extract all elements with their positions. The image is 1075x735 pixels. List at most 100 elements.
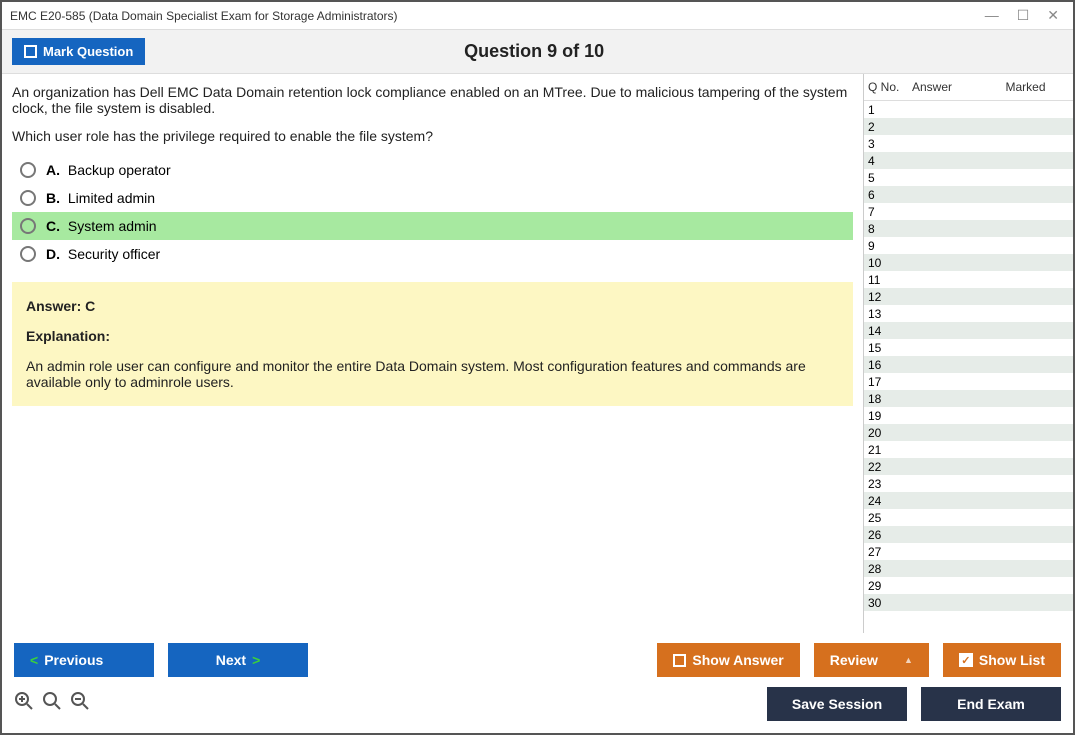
sidebar-row[interactable]: 13 [864, 305, 1073, 322]
previous-label: Previous [44, 652, 103, 668]
sidebar-row[interactable]: 3 [864, 135, 1073, 152]
option-row[interactable]: A. Backup operator [12, 156, 853, 184]
sidebar-qno: 1 [868, 103, 912, 117]
answer-box: Answer: C Explanation: An admin role use… [12, 282, 853, 406]
sidebar-qno: 4 [868, 154, 912, 168]
sidebar-row[interactable]: 12 [864, 288, 1073, 305]
sidebar-row[interactable]: 7 [864, 203, 1073, 220]
sidebar-row[interactable]: 5 [864, 169, 1073, 186]
sidebar-row[interactable]: 17 [864, 373, 1073, 390]
sidebar-row[interactable]: 23 [864, 475, 1073, 492]
explanation-label: Explanation: [26, 328, 839, 344]
radio-icon [20, 218, 36, 234]
sidebar-qno: 20 [868, 426, 912, 440]
show-answer-button[interactable]: Show Answer [657, 643, 799, 677]
sidebar-list[interactable]: 1234567891011121314151617181920212223242… [864, 101, 1073, 633]
sidebar-qno: 18 [868, 392, 912, 406]
checkbox-icon [24, 45, 37, 58]
sidebar-qno: 5 [868, 171, 912, 185]
end-exam-label: End Exam [957, 696, 1025, 712]
review-button[interactable]: Review ▲ [814, 643, 929, 677]
sidebar-qno: 26 [868, 528, 912, 542]
sidebar-row[interactable]: 24 [864, 492, 1073, 509]
options-list: A. Backup operatorB. Limited admin C. Sys… [12, 156, 853, 268]
sidebar-qno: 12 [868, 290, 912, 304]
window-title: EMC E20-585 (Data Domain Specialist Exam… [10, 9, 985, 23]
option-row[interactable]: B. Limited admin [12, 184, 853, 212]
body: An organization has Dell EMC Data Domain… [2, 74, 1073, 633]
sidebar-qno: 27 [868, 545, 912, 559]
zoom-reset-icon[interactable] [42, 691, 62, 717]
next-label: Next [216, 652, 246, 668]
triangle-up-icon: ▲ [904, 655, 913, 665]
sidebar-qno: 9 [868, 239, 912, 253]
mark-question-button[interactable]: Mark Question [12, 38, 145, 65]
radio-icon [20, 246, 36, 262]
sidebar-qno: 15 [868, 341, 912, 355]
sidebar-row[interactable]: 10 [864, 254, 1073, 271]
sidebar-row[interactable]: 6 [864, 186, 1073, 203]
show-list-label: Show List [979, 652, 1045, 668]
sidebar-row[interactable]: 8 [864, 220, 1073, 237]
option-row[interactable]: C. System admin [12, 212, 853, 240]
next-button[interactable]: Next > [168, 643, 308, 677]
sidebar-qno: 23 [868, 477, 912, 491]
sidebar-qno: 6 [868, 188, 912, 202]
zoom-out-icon[interactable] [70, 691, 90, 717]
col-qno: Q No. [868, 80, 912, 94]
sidebar-row[interactable]: 25 [864, 509, 1073, 526]
sidebar-qno: 29 [868, 579, 912, 593]
sidebar-row[interactable]: 14 [864, 322, 1073, 339]
sidebar-row[interactable]: 22 [864, 458, 1073, 475]
sidebar-row[interactable]: 15 [864, 339, 1073, 356]
maximize-icon[interactable]: ☐ [1017, 7, 1030, 24]
close-icon[interactable]: ✕ [1047, 7, 1059, 24]
sidebar-row[interactable]: 21 [864, 441, 1073, 458]
sidebar-row[interactable]: 26 [864, 526, 1073, 543]
sidebar-row[interactable]: 2 [864, 118, 1073, 135]
sidebar-row[interactable]: 11 [864, 271, 1073, 288]
sidebar-row[interactable]: 19 [864, 407, 1073, 424]
bottom-bar: < Previous Next > Show Answer Review ▲ ✓… [2, 633, 1073, 733]
show-list-button[interactable]: ✓ Show List [943, 643, 1061, 677]
sidebar-qno: 8 [868, 222, 912, 236]
checkbox-checked-icon: ✓ [959, 653, 973, 667]
show-answer-label: Show Answer [692, 652, 783, 668]
sidebar-row[interactable]: 16 [864, 356, 1073, 373]
chevron-right-icon: > [252, 652, 260, 668]
radio-icon [20, 190, 36, 206]
bottom-row-1: < Previous Next > Show Answer Review ▲ ✓… [14, 643, 1061, 677]
sidebar-row[interactable]: 18 [864, 390, 1073, 407]
end-exam-button[interactable]: End Exam [921, 687, 1061, 721]
save-session-label: Save Session [792, 696, 882, 712]
option-text: C. System admin [46, 218, 157, 234]
zoom-in-icon[interactable] [14, 691, 34, 717]
previous-button[interactable]: < Previous [14, 643, 154, 677]
question-para-1: An organization has Dell EMC Data Domain… [12, 84, 853, 116]
sidebar-row[interactable]: 28 [864, 560, 1073, 577]
sidebar-row[interactable]: 9 [864, 237, 1073, 254]
sidebar-qno: 11 [868, 273, 912, 287]
window-controls: — ☐ ✕ [985, 7, 1065, 24]
question-list-sidebar: Q No. Answer Marked 12345678910111213141… [863, 74, 1073, 633]
question-counter: Question 9 of 10 [145, 41, 923, 62]
sidebar-row[interactable]: 29 [864, 577, 1073, 594]
chevron-left-icon: < [30, 652, 38, 668]
sidebar-row[interactable]: 4 [864, 152, 1073, 169]
sidebar-row[interactable]: 27 [864, 543, 1073, 560]
question-prompt: An organization has Dell EMC Data Domain… [12, 84, 853, 144]
sidebar-qno: 14 [868, 324, 912, 338]
topbar: Mark Question Question 9 of 10 [2, 30, 1073, 74]
checkbox-icon [673, 654, 686, 667]
option-row[interactable]: D. Security officer [12, 240, 853, 268]
minimize-icon[interactable]: — [985, 7, 999, 24]
sidebar-qno: 13 [868, 307, 912, 321]
sidebar-row[interactable]: 30 [864, 594, 1073, 611]
save-session-button[interactable]: Save Session [767, 687, 907, 721]
sidebar-qno: 24 [868, 494, 912, 508]
sidebar-qno: 30 [868, 596, 912, 610]
sidebar-row[interactable]: 1 [864, 101, 1073, 118]
sidebar-qno: 28 [868, 562, 912, 576]
sidebar-row[interactable]: 20 [864, 424, 1073, 441]
sidebar-qno: 17 [868, 375, 912, 389]
